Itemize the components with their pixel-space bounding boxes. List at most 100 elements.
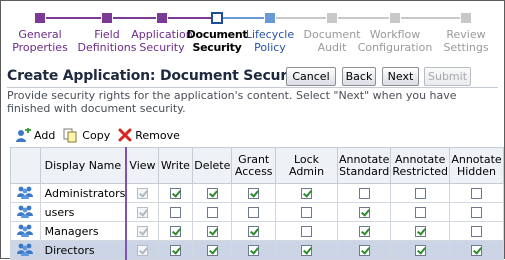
train-step-label: Review Settings [443, 28, 489, 54]
permission-cell [231, 183, 277, 203]
permission-checkbox[interactable] [206, 226, 218, 237]
train-step-marker [211, 12, 223, 24]
column-header: Grant Access [231, 147, 277, 184]
permission-checkbox[interactable] [169, 207, 181, 218]
add-user-icon [16, 127, 31, 142]
table-row[interactable]: Managers [10, 221, 504, 241]
permission-cell [125, 183, 159, 203]
permission-cell [157, 202, 194, 222]
instructions-text: Provide security rights for the applicat… [7, 89, 457, 115]
permission-cell [192, 240, 233, 260]
document-security-page: General Properties Field Definitions Appli… [0, 0, 505, 260]
permission-cell [390, 183, 451, 203]
permission-checkbox[interactable] [471, 245, 482, 256]
permission-cell [390, 221, 451, 241]
group-icon-cell [10, 183, 41, 203]
remove-button[interactable]: Remove [118, 128, 180, 142]
permission-cell [157, 240, 194, 260]
permission-cell [449, 221, 504, 241]
permission-cell [337, 183, 392, 203]
train-step-marker[interactable] [35, 13, 45, 23]
permission-checkbox[interactable] [301, 245, 313, 256]
copy-button[interactable]: Copy [63, 128, 110, 143]
next-button[interactable]: Next [382, 67, 419, 86]
permission-checkbox[interactable] [169, 245, 181, 256]
permission-cell [231, 240, 277, 260]
permission-cell [275, 183, 339, 203]
permission-checkbox[interactable] [471, 188, 482, 199]
permission-checkbox[interactable] [414, 245, 426, 256]
permission-checkbox[interactable] [206, 188, 218, 199]
cancel-label: Cancel [292, 70, 330, 83]
back-button[interactable]: Back [342, 67, 376, 86]
permission-checkbox[interactable] [248, 226, 260, 237]
permission-checkbox [136, 188, 148, 199]
column-header: View [125, 147, 159, 184]
permission-cell [192, 221, 233, 241]
permission-checkbox[interactable] [206, 245, 218, 256]
permission-checkbox[interactable] [414, 207, 426, 218]
permission-checkbox[interactable] [471, 207, 482, 218]
column-header: Write [157, 147, 194, 184]
cancel-button[interactable]: Cancel [286, 67, 336, 86]
security-table: Display Name View Write Delete Grant Access L… [10, 147, 504, 260]
permission-checkbox[interactable] [301, 207, 313, 218]
permission-checkbox[interactable] [248, 245, 260, 256]
permission-checkbox[interactable] [358, 245, 370, 256]
remove-label: Remove [135, 128, 180, 142]
column-header: Delete [192, 147, 233, 184]
add-button[interactable]: Add [15, 127, 56, 143]
permission-checkbox[interactable] [169, 188, 181, 199]
permission-checkbox[interactable] [248, 188, 260, 199]
back-label: Back [345, 70, 373, 83]
permission-checkbox[interactable] [414, 188, 426, 199]
permission-checkbox[interactable] [358, 207, 370, 218]
train-step-marker[interactable] [102, 13, 112, 23]
train-step-marker [390, 13, 400, 23]
column-header: Lock Admin [275, 147, 339, 184]
permission-checkbox[interactable] [358, 188, 370, 199]
train-connector [46, 17, 101, 19]
permission-cell [125, 202, 159, 222]
icon-column-header [10, 147, 41, 184]
permission-cell [231, 202, 277, 222]
train-step-marker [327, 13, 337, 23]
group-icon-cell [10, 202, 41, 222]
copy-icon [63, 128, 77, 142]
table-toolbar: Add Copy Remove [15, 126, 188, 144]
display-name-cell: users [39, 202, 127, 222]
train-connector [113, 17, 156, 19]
train-connector [338, 17, 389, 19]
permission-cell [449, 183, 504, 203]
permission-checkbox[interactable] [301, 226, 313, 237]
submit-button: Submit [424, 67, 471, 86]
train-step-marker[interactable] [265, 13, 275, 23]
table-row[interactable]: users [10, 202, 504, 222]
permission-checkbox[interactable] [358, 226, 370, 237]
table-row[interactable]: Directors [10, 240, 504, 260]
train-connector [223, 17, 264, 19]
add-label: Add [34, 128, 56, 142]
permission-cell [275, 202, 339, 222]
permission-checkbox[interactable] [301, 188, 313, 199]
table-row[interactable]: Administrators [10, 183, 504, 203]
train-step-marker[interactable] [157, 13, 167, 23]
table-header-row: Display Name View Write Delete Grant Access L… [10, 147, 504, 184]
permission-cell [125, 240, 159, 260]
column-header: Display Name [39, 147, 127, 184]
permission-cell [449, 240, 504, 260]
permission-checkbox[interactable] [169, 226, 181, 237]
permission-cell [337, 202, 392, 222]
title-divider [7, 87, 498, 88]
permission-cell [192, 202, 233, 222]
user-group-icon [17, 243, 34, 256]
permission-cell [390, 240, 451, 260]
permission-checkbox[interactable] [248, 207, 260, 218]
permission-checkbox[interactable] [414, 226, 426, 237]
train-connector [276, 17, 326, 19]
permission-checkbox[interactable] [206, 207, 218, 218]
permission-checkbox [136, 207, 148, 218]
permission-checkbox[interactable] [471, 226, 482, 237]
group-icon-cell [10, 240, 41, 260]
display-name-cell: Administrators [39, 183, 127, 203]
